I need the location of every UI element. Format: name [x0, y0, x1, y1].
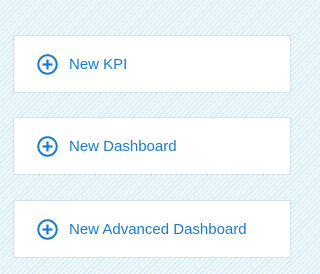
new-advanced-dashboard-label: New Advanced Dashboard	[69, 220, 247, 238]
plus-circle-icon	[37, 53, 58, 75]
new-advanced-dashboard-button[interactable]: New Advanced Dashboard	[13, 200, 291, 258]
action-panel: { "colors": { "accent": "#1c7bc8", "card…	[0, 0, 300, 274]
new-dashboard-button[interactable]: New Dashboard	[13, 117, 291, 175]
new-dashboard-label: New Dashboard	[69, 137, 177, 155]
plus-circle-icon	[37, 135, 58, 157]
new-kpi-button[interactable]: New KPI	[13, 35, 291, 93]
new-kpi-label: New KPI	[69, 55, 128, 73]
plus-circle-icon	[37, 218, 58, 240]
